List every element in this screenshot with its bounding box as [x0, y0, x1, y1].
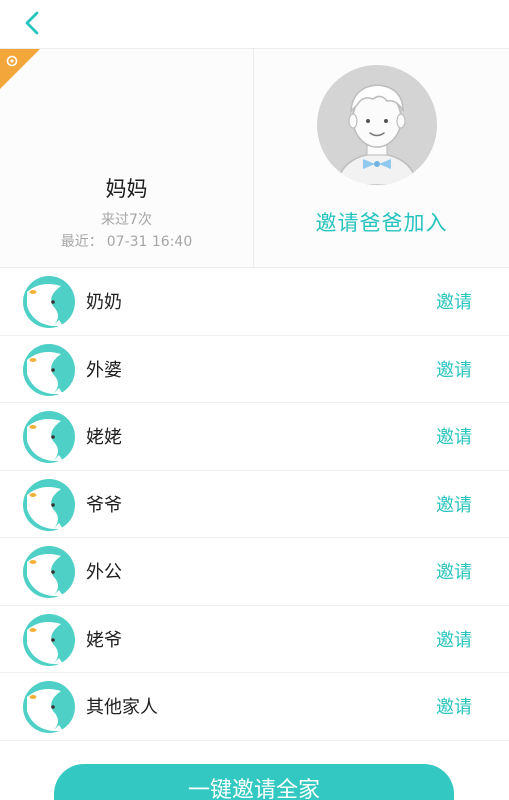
- boy-avatar-icon: [317, 65, 437, 185]
- invite-button[interactable]: 邀请: [436, 626, 472, 652]
- last-visit-time: 07-31 16:40: [106, 234, 193, 250]
- invite-button[interactable]: 邀请: [436, 423, 472, 449]
- invite-dad-card[interactable]: 邀请爸爸加入: [254, 49, 509, 268]
- member-name: 其他家人: [86, 697, 158, 718]
- current-member-name: 妈妈: [105, 177, 148, 201]
- invite-button[interactable]: 邀请: [436, 558, 472, 584]
- invite-family-screen: 妈妈 来过7次 最近： 07-31 16:40 邀请爸爸加入 奶奶 邀请 外婆 …: [0, 0, 509, 800]
- invite-button[interactable]: 邀请: [436, 288, 472, 314]
- chevron-left-icon: [25, 11, 39, 35]
- family-header: 妈妈 来过7次 最近： 07-31 16:40 邀请爸爸加入: [0, 49, 509, 268]
- whale-avatar-icon: [23, 546, 75, 598]
- member-name: 姥姥: [86, 427, 122, 448]
- list-item: 姥爷 邀请: [0, 606, 509, 673]
- whale-avatar-icon: [23, 411, 75, 463]
- invite-all-button[interactable]: 一键邀请全家: [54, 764, 454, 800]
- whale-avatar-icon: [23, 613, 75, 666]
- last-visit: 最近： 07-31 16:40: [0, 231, 253, 251]
- member-name: 外婆: [86, 359, 122, 381]
- invite-button[interactable]: 邀请: [436, 356, 472, 382]
- list-item: 其他家人 邀请: [0, 673, 509, 741]
- list-item: 外公 邀请: [0, 538, 509, 606]
- list-item: 奶奶 邀请: [0, 268, 509, 336]
- visit-count: 来过7次: [101, 212, 152, 228]
- whale-avatar-icon: [23, 681, 75, 733]
- last-visit-label: 最近：: [60, 234, 103, 250]
- whale-avatar-icon: [23, 478, 75, 531]
- member-list: 奶奶 邀请 外婆 邀请 姥姥 邀请 爷爷 邀请 外公 邀请 姥爷 邀请 其他家人…: [0, 268, 509, 741]
- whale-avatar-icon: [23, 343, 75, 396]
- current-member-card: 妈妈 来过7次 最近： 07-31 16:40: [0, 49, 253, 268]
- invite-button[interactable]: 邀请: [436, 491, 472, 517]
- member-name: 奶奶: [86, 292, 122, 313]
- list-item: 姥姥 邀请: [0, 403, 509, 471]
- whale-avatar-icon: [23, 276, 75, 328]
- member-name: 爷爷: [86, 494, 122, 516]
- top-nav-bar: [0, 0, 509, 49]
- list-item: 爷爷 邀请: [0, 471, 509, 538]
- back-button[interactable]: [14, 4, 54, 44]
- invite-dad-label[interactable]: 邀请爸爸加入: [254, 207, 509, 237]
- invite-button[interactable]: 邀请: [436, 693, 472, 719]
- member-name: 外公: [86, 562, 122, 583]
- list-item: 外婆 邀请: [0, 336, 509, 403]
- member-name: 姥爷: [86, 629, 122, 651]
